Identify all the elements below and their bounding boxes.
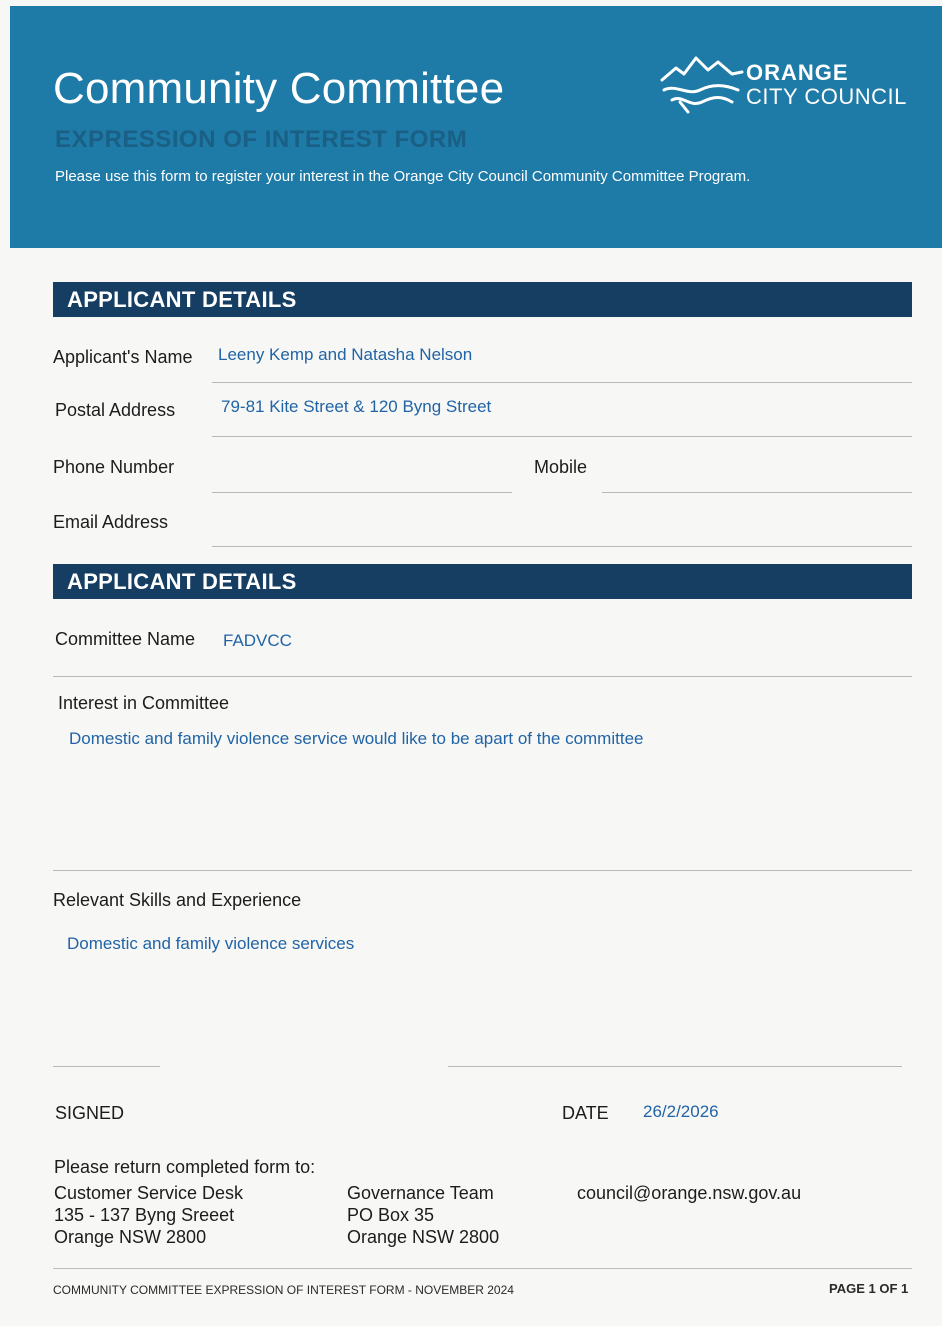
interest-value[interactable]: Domestic and family violence service wou… [69, 729, 643, 749]
applicant-name-label: Applicant's Name [53, 347, 193, 367]
intro-text: Please use this form to register your in… [55, 168, 751, 185]
footer-divider [53, 1268, 912, 1269]
committee-name-line [53, 676, 912, 677]
postal-address-line [212, 436, 912, 437]
form-subtitle: EXPRESSION OF INTEREST FORM [55, 126, 468, 153]
email-address-label: Email Address [53, 512, 169, 532]
committee-name-label: Committee Name [55, 629, 196, 649]
form-page: Community Committee EXPRESSION OF INTERE… [0, 0, 942, 1326]
page-title: Community Committee [53, 64, 505, 113]
return-heading: Please return completed form to: [54, 1157, 316, 1177]
return-email-link[interactable]: council@orange.nsw.gov.au [577, 1182, 801, 1204]
interest-line [53, 870, 912, 871]
email-address-line [212, 546, 912, 547]
council-logo: ORANGE CITY COUNCIL [658, 46, 918, 118]
page-number: PAGE 1 OF 1 [829, 1281, 909, 1296]
section-committee-details: APPLICANT DETAILS [53, 564, 912, 599]
logo-text-city-council: CITY COUNCIL [746, 84, 907, 109]
mobile-label: Mobile [534, 457, 588, 477]
return-address-line: Governance Team [347, 1183, 494, 1203]
postal-address-label: Postal Address [55, 400, 176, 420]
return-address-desk: Customer Service Desk 135 - 137 Byng Sre… [54, 1182, 243, 1248]
date-label: DATE [562, 1103, 609, 1123]
mobile-line [602, 492, 912, 493]
logo-text-orange: ORANGE [746, 60, 849, 85]
date-value[interactable]: 26/2/2026 [643, 1102, 719, 1122]
skills-value[interactable]: Domestic and family violence services [67, 934, 354, 954]
committee-name-value[interactable]: FADVCC [223, 631, 292, 651]
signature-line-right [448, 1066, 902, 1067]
return-address-line: PO Box 35 [347, 1205, 435, 1225]
return-address-line: Orange NSW 2800 [347, 1227, 500, 1247]
return-address-line: 135 - 137 Byng Sreeet [54, 1205, 235, 1225]
footer-form-title: COMMUNITY COMMITTEE EXPRESSION OF INTERE… [53, 1283, 514, 1297]
interest-label: Interest in Committee [58, 693, 230, 713]
applicant-name-value[interactable]: Leeny Kemp and Natasha Nelson [218, 345, 472, 365]
phone-number-line [212, 492, 512, 493]
skills-label: Relevant Skills and Experience [53, 890, 302, 910]
signed-label: SIGNED [55, 1103, 125, 1123]
return-address-governance: Governance Team PO Box 35 Orange NSW 280… [347, 1182, 499, 1248]
phone-number-label: Phone Number [53, 457, 175, 477]
postal-address-value[interactable]: 79-81 Kite Street & 120 Byng Street [221, 397, 491, 417]
applicant-name-line [212, 382, 912, 383]
header-banner: Community Committee EXPRESSION OF INTERE… [10, 6, 942, 248]
return-address-line: Customer Service Desk [54, 1183, 244, 1203]
orange-city-logo-icon [660, 56, 744, 114]
signature-line-left [53, 1066, 160, 1067]
section-applicant-details: APPLICANT DETAILS [53, 282, 912, 317]
return-address-line: Orange NSW 2800 [54, 1227, 207, 1247]
